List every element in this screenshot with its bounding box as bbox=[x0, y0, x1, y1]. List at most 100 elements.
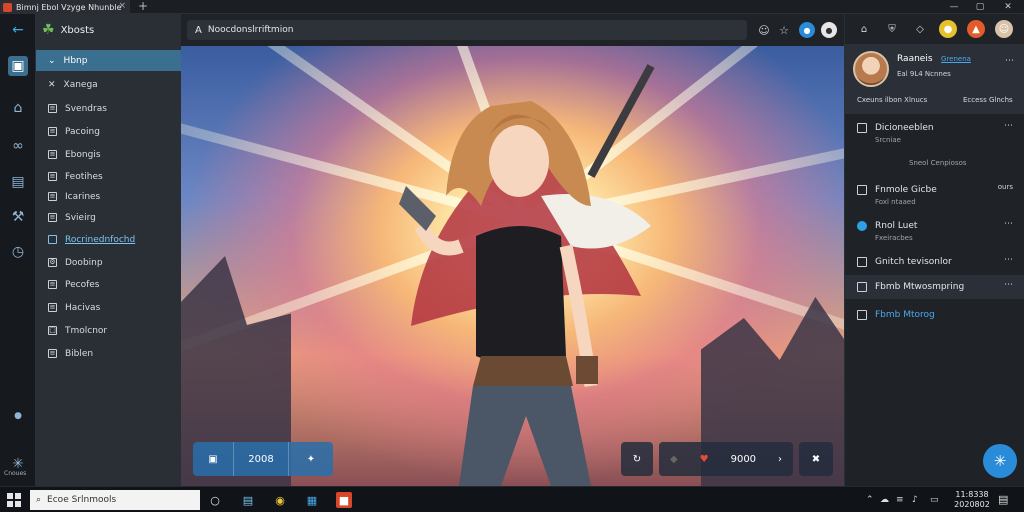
sidebar-item-8[interactable]: Rocrinednfochd bbox=[36, 229, 181, 250]
app-taskbar-icon[interactable]: ■ bbox=[336, 492, 352, 508]
maximize-button[interactable]: ▢ bbox=[966, 0, 994, 14]
store-icon[interactable]: ▦ bbox=[304, 492, 320, 508]
user-avatar-icon[interactable]: ☺ bbox=[995, 20, 1013, 38]
stat-right-value: 9000 bbox=[730, 453, 757, 465]
panel-item[interactable]: Rnol Luet ⋯ bbox=[845, 214, 1024, 238]
sidebar-item-label: Icarines bbox=[65, 191, 101, 202]
fox-icon[interactable]: ▲ bbox=[967, 20, 985, 38]
stat-left-value: 2008 bbox=[233, 442, 289, 476]
checkbox[interactable] bbox=[857, 310, 867, 320]
radio-selected[interactable] bbox=[857, 221, 867, 231]
checkbox[interactable] bbox=[857, 282, 867, 292]
task-view-icon[interactable]: ○ bbox=[207, 492, 223, 508]
sidebar-item-label: Biblen bbox=[65, 348, 94, 359]
floating-action-button[interactable]: ✳ bbox=[983, 444, 1017, 478]
more-options-icon[interactable]: ⋯ bbox=[1004, 121, 1013, 131]
new-tab-button[interactable]: + bbox=[138, 0, 148, 13]
more-options-icon[interactable]: ⋯ bbox=[1004, 255, 1013, 265]
sidebar-brand[interactable]: ☘ Xbosts bbox=[36, 14, 181, 46]
sidebar-item-11[interactable]: ≡ Hacivas bbox=[36, 297, 181, 318]
minimize-button[interactable]: — bbox=[940, 0, 968, 14]
file-explorer-icon[interactable]: ▤ bbox=[240, 492, 256, 508]
refresh-icon[interactable]: ↻ bbox=[621, 442, 653, 476]
back-arrow-icon[interactable]: ← bbox=[8, 20, 28, 40]
checkbox[interactable] bbox=[857, 185, 867, 195]
coin-icon[interactable]: ● bbox=[939, 20, 957, 38]
sidebar-item-label: Xanega bbox=[63, 79, 98, 90]
start-button[interactable] bbox=[7, 493, 21, 507]
extension-icon[interactable]: ● bbox=[799, 22, 815, 38]
close-icon: ✕ bbox=[48, 79, 56, 90]
home-icon[interactable]: ⌂ bbox=[8, 98, 28, 118]
chevron-up-icon[interactable]: ⌃ bbox=[866, 495, 874, 505]
chat-icon[interactable]: ▣ bbox=[8, 56, 28, 76]
sidebar-item-6[interactable]: ≡ Icarines bbox=[36, 186, 181, 207]
checkbox[interactable] bbox=[857, 123, 867, 133]
sidebar-item-5[interactable]: ≡ Feotihes bbox=[36, 166, 181, 187]
panel-item-label: Gnitch tevisonlor bbox=[875, 257, 952, 267]
chest-icon[interactable]: ▣ bbox=[193, 442, 233, 476]
profile-meta-left: Cxeuns ilbon Xlnucs bbox=[857, 96, 928, 104]
right-panel: ⌂ ⛨ ◇ ● ▲ ☺ Raaneis Grenena Eal 9L4 Ncnn… bbox=[844, 14, 1024, 486]
tag-icon[interactable]: ◆ bbox=[670, 454, 678, 465]
sidebar-item-12[interactable]: □ Tmolcnor bbox=[36, 320, 181, 341]
shield-icon[interactable]: ⛨ bbox=[883, 20, 901, 38]
sidebar-item-1[interactable]: ✕ Xanega bbox=[36, 74, 181, 95]
clock-icon[interactable]: ◷ bbox=[8, 242, 28, 262]
folder-icon[interactable]: ▤ bbox=[8, 172, 28, 192]
clock[interactable]: 11:8338 2020802 bbox=[952, 490, 992, 510]
network-icon[interactable]: ≡ bbox=[896, 495, 904, 505]
title-bar: Bimnj Ebol Vzyge Nhunble × + — ▢ ✕ bbox=[0, 0, 1024, 14]
panel-item[interactable]: Gnitch tevisonlor ⋯ bbox=[845, 250, 1024, 274]
sidebar-item-9[interactable]: ⚙ Doobinp bbox=[36, 252, 181, 273]
sidebar-item-label: Ebongis bbox=[65, 149, 101, 160]
wrench-icon[interactable]: ⚒ bbox=[8, 207, 28, 227]
cloud-icon[interactable]: ☁ bbox=[880, 495, 889, 505]
sidebar-item-4[interactable]: ≡ Ebongis bbox=[36, 144, 181, 165]
checkbox[interactable] bbox=[857, 257, 867, 267]
sidebar-item-label: Rocrinednfochd bbox=[65, 234, 136, 245]
sidebar-item-13[interactable]: ≡ Biblen bbox=[36, 343, 181, 364]
volume-icon[interactable]: ♪ bbox=[912, 495, 918, 505]
artwork-canvas: ▣ 2008 ✦ ↻ ◆ ♥ 9000 › ✖ bbox=[181, 46, 844, 486]
profile-tag[interactable]: Grenena bbox=[941, 55, 971, 63]
battery-icon[interactable]: ▭ bbox=[930, 495, 939, 505]
panel-item[interactable]: Fbmb Mtorog bbox=[845, 303, 1024, 327]
profile-circle-icon[interactable]: ● bbox=[821, 22, 837, 38]
puzzle-icon[interactable]: ✦ bbox=[289, 442, 333, 476]
panel-item[interactable]: Dicioneeblen ⋯ bbox=[845, 116, 1024, 140]
sidebar-item-home[interactable]: ⌄ Hbnp bbox=[36, 50, 181, 71]
url-field[interactable]: A Noocdonslrriftmion bbox=[187, 20, 747, 40]
panel-item[interactable]: Fbmb Mtwosmpring ⋯ bbox=[845, 275, 1024, 299]
notifications-icon[interactable]: ▤ bbox=[998, 493, 1008, 506]
chevron-right-icon[interactable]: › bbox=[778, 454, 782, 465]
sidebar-item-label: Svieirg bbox=[65, 212, 96, 223]
chrome-icon[interactable]: ◉ bbox=[272, 492, 288, 508]
hero-character-illustration bbox=[399, 64, 655, 486]
home-icon[interactable]: ⌂ bbox=[855, 20, 873, 38]
profile-card[interactable]: Raaneis Grenena Eal 9L4 Ncnnes ⋯ Cxeuns … bbox=[845, 44, 1024, 114]
close-window-button[interactable]: ✕ bbox=[994, 0, 1022, 14]
star-icon[interactable]: ☆ bbox=[776, 22, 792, 38]
tools-icon[interactable]: ✖ bbox=[799, 442, 833, 476]
drop-icon[interactable]: ◇ bbox=[911, 20, 929, 38]
link-icon[interactable]: ∞ bbox=[8, 136, 28, 156]
browser-tab[interactable]: Bimnj Ebol Vzyge Nhunble × bbox=[0, 0, 130, 14]
more-options-icon[interactable]: ⋯ bbox=[1004, 280, 1013, 290]
more-options-icon[interactable]: ⋯ bbox=[1004, 219, 1013, 229]
heart-icon[interactable]: ♥ bbox=[700, 454, 709, 465]
list-icon: ≡ bbox=[48, 303, 57, 312]
sidebar-item-3[interactable]: ≡ Pacoing bbox=[36, 121, 181, 142]
address-bar: A Noocdonslrriftmion ☺ ☆ ● ● bbox=[181, 14, 844, 46]
avatar[interactable] bbox=[853, 51, 889, 87]
sidebar-item-7[interactable]: ≡ Svieirg bbox=[36, 207, 181, 228]
taskbar-search[interactable]: ⌕ Ecoe Srlnmools bbox=[30, 490, 200, 510]
stat-panel-right: ↻ ◆ ♥ 9000 › ✖ bbox=[621, 442, 833, 476]
more-options-icon[interactable]: ⋯ bbox=[1005, 56, 1014, 66]
tab-close-button[interactable]: × bbox=[118, 1, 126, 11]
panel-item[interactable]: Fnmole Gicbe ours bbox=[845, 178, 1024, 202]
list-icon: ≡ bbox=[48, 127, 57, 136]
sidebar-item-2[interactable]: ≡ Svendras bbox=[36, 98, 181, 119]
sidebar-item-10[interactable]: ≡ Pecofes bbox=[36, 274, 181, 295]
add-emoji-icon[interactable]: ☺ bbox=[756, 22, 772, 38]
